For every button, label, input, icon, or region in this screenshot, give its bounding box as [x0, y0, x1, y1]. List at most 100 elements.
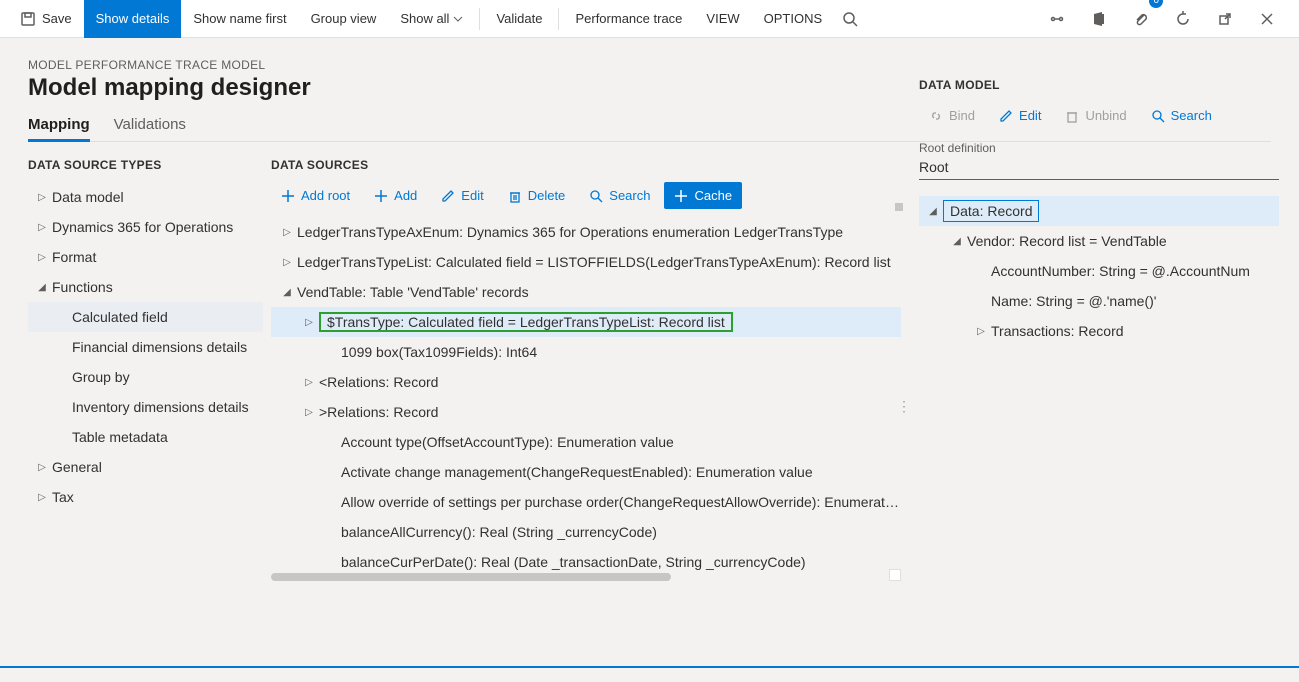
data-source-types-tree: ▷Data model ▷Dynamics 365 for Operations…: [28, 182, 263, 512]
delete-button[interactable]: Delete: [498, 182, 576, 209]
tree-item[interactable]: Inventory dimensions details: [28, 392, 263, 422]
paperclip-icon: [1133, 11, 1149, 27]
tree-item-functions[interactable]: ◢Functions: [28, 272, 263, 302]
separator: [479, 8, 480, 30]
edit-button[interactable]: Edit: [989, 102, 1051, 129]
tree-item-calculated-field[interactable]: Calculated field: [28, 302, 263, 332]
view-label: VIEW: [706, 11, 739, 26]
expand-icon: ▷: [32, 252, 52, 263]
pencil-icon: [999, 109, 1013, 123]
close-button[interactable]: [1251, 0, 1283, 38]
office-button[interactable]: [1083, 0, 1115, 38]
chevron-down-icon: [453, 14, 463, 24]
tree-item[interactable]: Financial dimensions details: [28, 332, 263, 362]
tree-item[interactable]: Table metadata: [28, 422, 263, 452]
tree-item[interactable]: ▷>Relations: Record: [271, 397, 901, 427]
tree-item[interactable]: ▷Format: [28, 242, 263, 272]
collapse-icon: ◢: [923, 206, 943, 217]
tree-item[interactable]: ▷General: [28, 452, 263, 482]
pencil-icon: [441, 189, 455, 203]
data-sources-actions: Add root Add Edit Delete Search Cache: [271, 182, 901, 209]
tab-validations[interactable]: Validations: [114, 116, 186, 141]
tree-item[interactable]: ▷Data model: [28, 182, 263, 212]
close-icon: [1259, 11, 1275, 27]
focus-box: Data: Record: [943, 200, 1039, 222]
tree-item[interactable]: AccountNumber: String = @.AccountNum: [919, 256, 1279, 286]
tree-item[interactable]: 1099 box(Tax1099Fields): Int64: [271, 337, 901, 367]
plus-icon: [281, 189, 295, 203]
refresh-button[interactable]: [1167, 0, 1199, 38]
tree-item[interactable]: Name: String = @.'name()': [919, 286, 1279, 316]
tree-item-data[interactable]: ◢Data: Record: [919, 196, 1279, 226]
show-all-dropdown[interactable]: Show all: [388, 0, 475, 38]
root-definition-field[interactable]: Root: [919, 159, 1279, 180]
search-button[interactable]: [834, 0, 866, 38]
search-icon: [589, 189, 603, 203]
unbind-button[interactable]: Unbind: [1055, 102, 1136, 129]
popout-button[interactable]: [1209, 0, 1241, 38]
tree-item[interactable]: ▷Tax: [28, 482, 263, 512]
split-handle[interactable]: ⋮: [897, 398, 911, 415]
expand-icon: ▷: [277, 257, 297, 268]
collapse-icon: ◢: [947, 236, 967, 247]
data-model-actions: Bind Edit Unbind Search: [919, 102, 1279, 129]
tree-item-vendtable[interactable]: ◢VendTable: Table 'VendTable' records: [271, 277, 901, 307]
section-title: DATA SOURCES: [271, 158, 901, 172]
expand-icon: ▷: [971, 326, 991, 337]
main-columns: DATA SOURCE TYPES ▷Data model ▷Dynamics …: [0, 142, 1299, 682]
collapse-icon: ◢: [32, 282, 52, 293]
group-view-button[interactable]: Group view: [299, 0, 389, 38]
popout-icon: [1217, 11, 1233, 27]
highlight-box: $TransType: Calculated field = LedgerTra…: [319, 312, 733, 332]
tree-item[interactable]: Group by: [28, 362, 263, 392]
trash-icon: [1065, 109, 1079, 123]
v-scrollbar[interactable]: [895, 203, 903, 211]
tree-item[interactable]: ▷<Relations: Record: [271, 367, 901, 397]
tree-item[interactable]: ◢Vendor: Record list = VendTable: [919, 226, 1279, 256]
tree-item[interactable]: ▷LedgerTransTypeAxEnum: Dynamics 365 for…: [271, 217, 901, 247]
performance-trace-button[interactable]: Performance trace: [563, 0, 694, 38]
show-details-button[interactable]: Show details: [84, 0, 182, 38]
tab-mapping[interactable]: Mapping: [28, 116, 90, 141]
col-data-source-types: DATA SOURCE TYPES ▷Data model ▷Dynamics …: [28, 158, 263, 682]
options-label: OPTIONS: [764, 11, 823, 26]
tree-item[interactable]: balanceAllCurrency(): Real (String _curr…: [271, 517, 901, 547]
plus-icon: [674, 189, 688, 203]
tree-item-transtype[interactable]: ▷$TransType: Calculated field = LedgerTr…: [271, 307, 901, 337]
root-definition-label: Root definition: [919, 141, 1279, 155]
save-button[interactable]: Save: [8, 0, 84, 38]
office-icon: [1091, 11, 1107, 27]
section-title: DATA SOURCE TYPES: [28, 158, 263, 172]
h-scrollbar[interactable]: [271, 573, 901, 581]
link-icon: [1049, 11, 1065, 27]
tree-item[interactable]: Activate change management(ChangeRequest…: [271, 457, 901, 487]
view-button[interactable]: VIEW: [694, 0, 751, 38]
connect-button[interactable]: [1041, 0, 1073, 38]
show-name-first-button[interactable]: Show name first: [181, 0, 298, 38]
attachments-button[interactable]: 0: [1125, 0, 1157, 38]
tree-item[interactable]: Allow override of settings per purchase …: [271, 487, 901, 517]
search-button[interactable]: Search: [1141, 102, 1222, 129]
validate-button[interactable]: Validate: [484, 0, 554, 38]
scroll-thumb[interactable]: [271, 573, 671, 581]
options-button[interactable]: OPTIONS: [752, 0, 835, 38]
bind-button[interactable]: Bind: [919, 102, 985, 129]
save-icon: [20, 11, 36, 27]
show-all-label: Show all: [400, 11, 449, 26]
add-button[interactable]: Add: [364, 182, 427, 209]
edit-button[interactable]: Edit: [431, 182, 493, 209]
expand-icon: ▷: [299, 377, 319, 388]
refresh-icon: [1175, 11, 1191, 27]
tree-item[interactable]: Account type(OffsetAccountType): Enumera…: [271, 427, 901, 457]
col-data-sources: DATA SOURCES Add root Add Edit Delete Se…: [271, 158, 901, 682]
tree-item[interactable]: ▷LedgerTransTypeList: Calculated field =…: [271, 247, 901, 277]
show-details-label: Show details: [96, 11, 170, 26]
plus-icon: [374, 189, 388, 203]
add-root-button[interactable]: Add root: [271, 182, 360, 209]
tree-item[interactable]: ▷Dynamics 365 for Operations: [28, 212, 263, 242]
tree-item[interactable]: ▷Transactions: Record: [919, 316, 1279, 346]
search-icon: [1151, 109, 1165, 123]
search-button[interactable]: Search: [579, 182, 660, 209]
cache-button[interactable]: Cache: [664, 182, 742, 209]
scroll-thumb[interactable]: [895, 203, 903, 211]
